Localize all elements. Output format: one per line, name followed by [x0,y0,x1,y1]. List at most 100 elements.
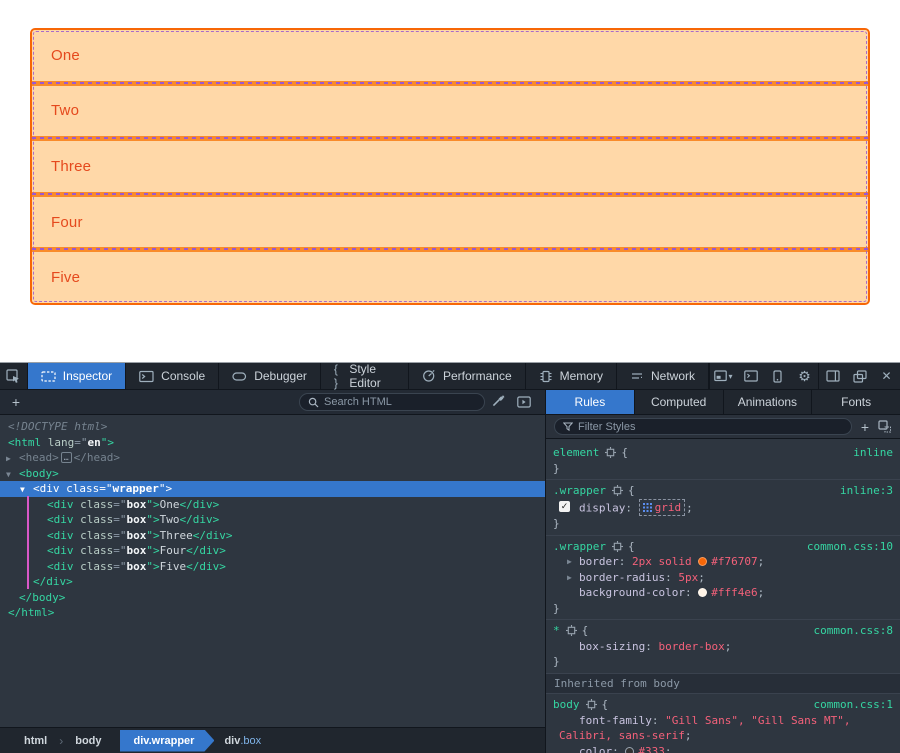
tab-style-editor[interactable]: { } Style Editor [321,363,409,389]
tab-rules[interactable]: Rules [546,390,635,414]
box-label: One [51,47,80,64]
grid-box-five: Five [32,252,868,303]
declaration-border: ▶ border: 2px solid #f76707; [553,554,893,570]
dock-side-icon [826,370,840,382]
tab-inspector[interactable]: Inspector [28,363,126,389]
tab-debugger[interactable]: Debugger [219,363,321,389]
pick-element-icon [6,369,21,384]
rule-selector[interactable]: .wrapper [553,484,606,497]
rule-location[interactable]: common.css:8 [814,623,893,639]
breadcrumb-item-div-wrapper[interactable]: div.wrapper [120,730,215,752]
filter-styles-box[interactable] [554,418,852,435]
debugger-icon [232,370,247,383]
memory-icon [539,370,553,383]
expand-declaration-icon[interactable]: ▶ [567,554,572,570]
tab-label: Style Editor [349,362,395,390]
filter-styles-input[interactable] [578,421,843,433]
declaration-checkbox[interactable]: ✓ [559,501,570,512]
three-pane-toggle-button[interactable] [511,396,537,408]
search-html-box[interactable] [299,393,485,411]
rule-wrapper-inline: .wrapper{inline:3 ✓ display: grid; } [546,480,900,536]
rule-selector[interactable]: * [553,624,560,637]
rule-selector[interactable]: element [553,446,599,459]
breadcrumb-item-body[interactable]: body [65,735,111,747]
breadcrumb-item-html[interactable]: html [14,735,57,747]
devtools-tabbar: Inspector Console Debugger { } Style Edi… [0,363,900,390]
color-swatch[interactable] [698,557,707,566]
tab-computed[interactable]: Computed [635,390,724,414]
separate-window-button[interactable] [846,363,873,389]
rules-view: element{inline } .wrapper{inline:3 ✓ dis… [546,439,900,753]
grid-box-four: Four [32,197,868,248]
markup-toolbar: + [0,390,545,415]
class-panel-toggle-button[interactable] [878,420,892,433]
highlight-target-icon[interactable] [612,541,623,552]
markup-line-box[interactable]: <div class="box">Four</div> [0,543,545,559]
responsive-mode-button[interactable] [764,363,791,389]
tab-fonts[interactable]: Fonts [812,390,900,414]
grid-highlighter-toggle[interactable]: grid [639,499,686,517]
declaration-background-color: background-color: #fff4e6; [553,585,893,601]
markup-line-close-body[interactable]: </body> [0,590,545,606]
tab-performance[interactable]: Performance [409,363,526,389]
markup-line-close-div[interactable]: </div> [0,574,545,590]
markup-line-html-open[interactable]: <html lang="en"> [0,435,545,451]
highlight-target-icon[interactable] [605,447,616,458]
eyedropper-icon [491,395,505,409]
grid-line-overlay [32,136,868,141]
markup-line-box[interactable]: <div class="box">Three</div> [0,528,545,544]
markup-line-box[interactable]: <div class="box">Five</div> [0,559,545,575]
rules-pane: Rules Computed Animations Fonts + [545,390,900,753]
pick-element-button[interactable] [0,363,28,389]
markup-line-body-open[interactable]: <body> [0,466,545,482]
markup-line-box[interactable]: <div class="box">One</div> [0,497,545,513]
settings-button[interactable]: ⚙ [791,363,818,389]
declaration-border-radius: ▶ border-radius: 5px; [553,570,893,586]
tab-animations[interactable]: Animations [724,390,813,414]
tab-label: Network [651,369,695,383]
rule-body: body{common.css:1 font-family: "Gill San… [546,694,900,753]
tab-network[interactable]: Network [617,363,709,389]
rule-selector[interactable]: body [553,698,580,711]
eyedropper-button[interactable] [485,395,511,409]
close-devtools-button[interactable]: ✕ [873,363,900,389]
rule-location[interactable]: inline:3 [840,483,893,499]
add-node-button[interactable]: + [0,394,32,410]
highlight-target-icon[interactable] [566,625,577,636]
rule-universal: *{common.css:8 box-sizing: border-box; } [546,620,900,674]
markup-line-close-html[interactable]: </html> [0,605,545,621]
declaration-display-grid: ✓ display: grid; [553,499,893,517]
iframe-picker-icon: ▾ [714,370,732,382]
rule-location[interactable]: inline [853,445,893,461]
highlight-target-icon[interactable] [586,699,597,710]
dock-side-button[interactable] [819,363,846,389]
markup-line-wrapper-selected[interactable]: <div class="wrapper"> [0,481,545,497]
split-console-button[interactable] [737,363,764,389]
expand-declaration-icon[interactable]: ▶ [567,570,572,586]
add-rule-button[interactable]: + [861,420,869,434]
grid-box-two: Two [32,86,868,137]
collapsed-content-badge[interactable]: … [61,452,72,463]
rule-location[interactable]: common.css:10 [807,539,893,555]
markup-line-box[interactable]: <div class="box">Two</div> [0,512,545,528]
iframe-picker-button[interactable]: ▾ [710,363,737,389]
search-html-input[interactable] [324,396,476,408]
color-swatch[interactable] [698,588,707,597]
rule-selector[interactable]: .wrapper [553,540,606,553]
markup-line-doctype[interactable]: <!DOCTYPE html> [0,419,545,435]
highlight-target-icon[interactable] [612,485,623,496]
sidebar-tabs: Rules Computed Animations Fonts [546,390,900,415]
close-icon: ✕ [881,369,891,383]
markup-line-head[interactable]: <head>…</head> [0,450,545,466]
tab-memory[interactable]: Memory [526,363,617,389]
collapse-arrow-icon[interactable] [6,467,19,483]
breadcrumb-item-div-box[interactable]: div.box [216,735,261,747]
tab-console[interactable]: Console [126,363,219,389]
declaration-box-sizing: box-sizing: border-box; [553,639,893,655]
rule-location[interactable]: common.css:1 [814,697,893,713]
expand-arrow-icon[interactable] [6,451,19,467]
color-swatch[interactable] [625,747,634,753]
tab-label: Debugger [254,369,307,383]
tab-label: Console [161,369,205,383]
inherited-from-header: Inherited from body [546,674,900,695]
